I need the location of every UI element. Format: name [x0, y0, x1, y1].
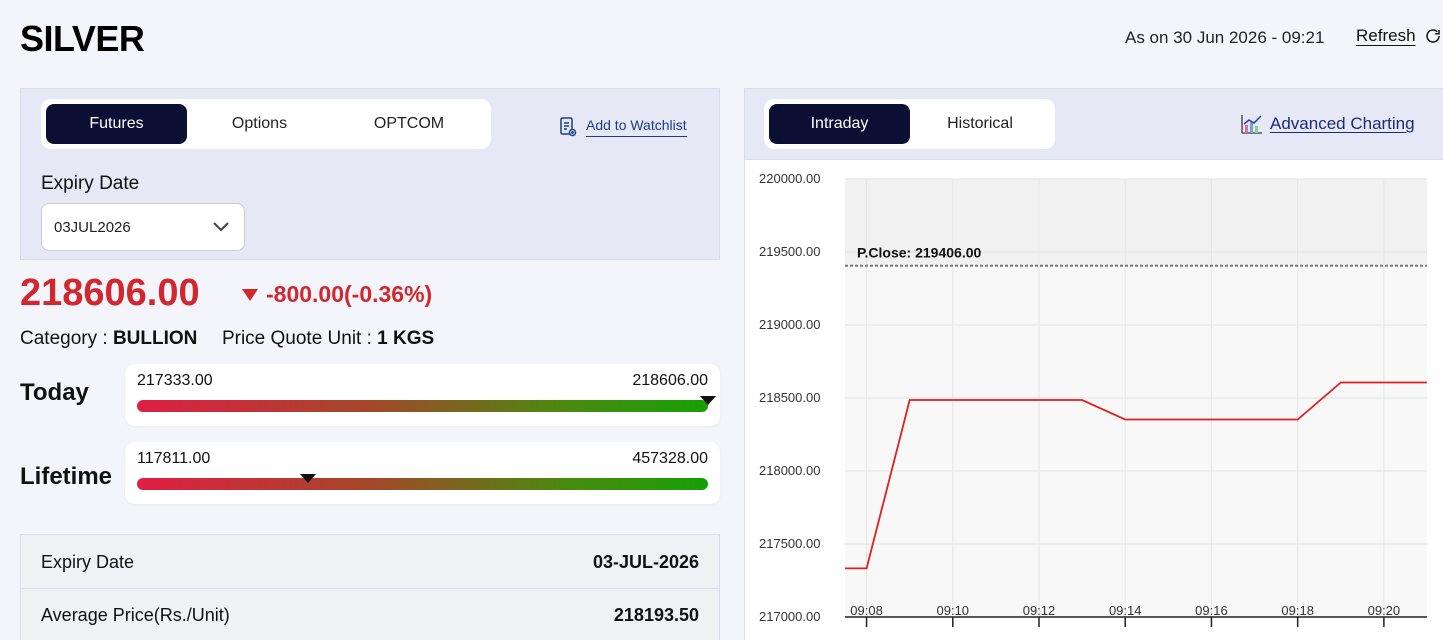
y-tick-label: 220000.00	[759, 171, 820, 186]
page-title: SILVER	[20, 18, 145, 59]
price-change-value: -800.00(-0.36%)	[266, 281, 433, 307]
y-tick-label: 219500.00	[759, 244, 820, 259]
today-low: 217333.00	[137, 372, 213, 389]
chart-panel-header: Intraday Historical Advanced Charting	[745, 89, 1443, 160]
instrument-tabs: Futures Options OPTCOM	[41, 99, 491, 149]
detail-value: 03-JUL-2026	[592, 551, 699, 572]
watchlist-label: Add to Watchlist	[586, 117, 687, 137]
today-high: 218606.00	[632, 372, 708, 389]
x-tick-label: 09:14	[1109, 603, 1142, 618]
quote-unit-value: 1 KGS	[377, 328, 435, 349]
today-range-marker	[700, 396, 716, 405]
x-tick-label: 09:12	[1023, 603, 1056, 618]
advanced-charting-link[interactable]: Advanced Charting	[1240, 113, 1415, 135]
expiry-selected-value: 03JUL2026	[54, 218, 131, 236]
x-tick-label: 09:16	[1195, 603, 1228, 618]
tab-options[interactable]: Options	[187, 104, 332, 144]
contract-details-table: Expiry Date 03-JUL-2026 Average Price(Rs…	[20, 534, 720, 640]
chart-panel: Intraday Historical Advanced Charting 22…	[744, 88, 1443, 640]
y-tick-label: 217500.00	[759, 536, 820, 551]
chart-range-tabs: Intraday Historical	[764, 99, 1055, 149]
refresh-button[interactable]: Refresh	[1356, 26, 1442, 46]
today-range-bar	[137, 400, 708, 412]
y-tick-label: 218500.00	[759, 390, 820, 405]
refresh-icon	[1425, 29, 1440, 43]
intraday-chart: 220000.00 219500.00 219000.00 218500.00 2180…	[759, 171, 1427, 627]
quote-unit-label: Price Quote Unit :	[221, 328, 372, 349]
lifetime-range-label: Lifetime	[20, 463, 113, 490]
chevron-down-icon	[213, 222, 229, 232]
x-tick-label: 09:08	[850, 603, 883, 618]
detail-label: Average Price(Rs./Unit)	[41, 605, 230, 625]
detail-label: Expiry Date	[41, 551, 135, 572]
lifetime-range-card: 117811.00 457328.00	[125, 442, 720, 504]
contract-selector-panel: Futures Options OPTCOM Add to Watchlist …	[20, 88, 720, 260]
lifetime-range-bar	[137, 478, 708, 490]
lifetime-low: 117811.00	[137, 450, 211, 467]
expiry-date-label: Expiry Date	[41, 173, 140, 194]
tab-futures[interactable]: Futures	[46, 104, 187, 144]
category-value: BULLION	[112, 328, 198, 349]
detail-row: Expiry Date 03-JUL-2026	[21, 535, 719, 589]
x-tick-label: 09:20	[1368, 603, 1401, 618]
lifetime-high: 457328.00	[632, 450, 708, 467]
watchlist-icon	[560, 117, 577, 137]
prev-close-label: P.Close: 219406.00	[857, 245, 981, 261]
advanced-charting-label: Advanced Charting	[1270, 114, 1415, 133]
chart-icon	[1241, 115, 1262, 134]
today-range-label: Today	[20, 379, 89, 406]
tab-optcom[interactable]: OPTCOM	[332, 104, 486, 144]
tab-historical[interactable]: Historical	[910, 104, 1050, 144]
down-arrow-icon	[242, 288, 258, 301]
y-tick-label: 217000.00	[759, 609, 820, 624]
add-to-watchlist-button[interactable]: Add to Watchlist	[559, 117, 687, 137]
expiry-date-select[interactable]: 03JUL2026	[41, 203, 245, 251]
x-tick-label: 09:10	[937, 603, 970, 618]
as-on-timestamp: As on 30 Jun 2026 - 09:21	[1125, 28, 1325, 47]
detail-value: 218193.50	[613, 605, 699, 625]
price-change: -800.00(-0.36%)	[242, 281, 432, 308]
y-tick-label: 219000.00	[759, 317, 820, 332]
category-label: Category :	[20, 328, 108, 349]
refresh-label: Refresh	[1356, 26, 1416, 45]
below-close-band	[845, 265, 1427, 617]
y-tick-label: 218000.00	[759, 463, 820, 478]
category-line: Category : BULLION Price Quote Unit : 1 …	[20, 328, 434, 350]
lifetime-range-marker	[300, 474, 317, 483]
today-range-card: 217333.00 218606.00	[125, 364, 720, 426]
x-tick-label: 09:18	[1281, 603, 1314, 618]
last-price: 218606.00	[20, 272, 200, 314]
tab-intraday[interactable]: Intraday	[769, 104, 910, 144]
detail-row: Average Price(Rs./Unit) 218193.50	[21, 588, 719, 640]
